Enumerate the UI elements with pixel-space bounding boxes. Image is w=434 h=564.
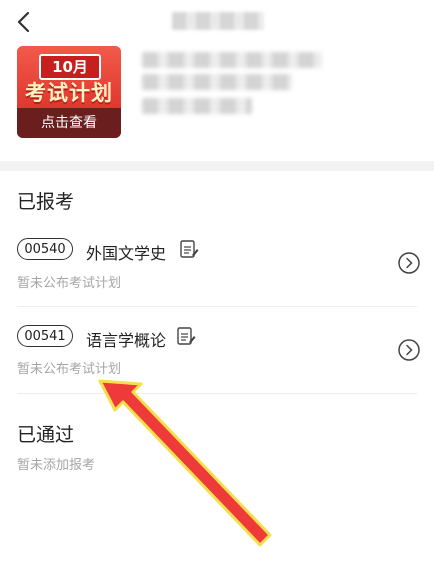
course-status: 暂未公布考试计划 bbox=[17, 362, 122, 377]
course-name: 外国文学史 bbox=[86, 244, 167, 263]
exam-plan-banner[interactable]: 10月 考试计划 点击查看 bbox=[17, 46, 121, 138]
passed-empty-text: 暂未添加报考 bbox=[17, 458, 96, 473]
passed-section-title: 已通过 bbox=[17, 424, 75, 446]
score-note-icon[interactable] bbox=[179, 239, 199, 259]
course-name: 语言学概论 bbox=[86, 331, 167, 350]
profile-info-blurred bbox=[142, 74, 292, 90]
score-note-icon[interactable] bbox=[176, 326, 196, 346]
page-title-blurred bbox=[172, 12, 264, 30]
chevron-right-circle-icon[interactable] bbox=[398, 339, 420, 361]
profile-info-blurred bbox=[142, 52, 322, 68]
banner-month: 10月 bbox=[39, 54, 101, 80]
row-divider bbox=[17, 306, 417, 307]
course-row[interactable]: 00541 语言学概论 暂未公布考试计划 bbox=[0, 309, 434, 395]
back-arrow-icon[interactable] bbox=[10, 8, 38, 36]
course-code-badge: 00540 bbox=[17, 238, 73, 260]
course-row[interactable]: 00540 外国文学史 暂未公布考试计划 bbox=[0, 222, 434, 308]
banner-title: 考试计划 bbox=[25, 81, 113, 105]
section-divider bbox=[0, 161, 434, 171]
row-divider bbox=[17, 393, 417, 394]
chevron-right-circle-icon[interactable] bbox=[398, 252, 420, 274]
registered-section-title: 已报考 bbox=[17, 191, 75, 213]
course-code-badge: 00541 bbox=[17, 325, 73, 347]
profile-info-blurred bbox=[142, 98, 252, 114]
top-bar bbox=[0, 0, 434, 44]
course-status: 暂未公布考试计划 bbox=[17, 276, 122, 291]
banner-cta: 点击查看 bbox=[17, 108, 121, 138]
